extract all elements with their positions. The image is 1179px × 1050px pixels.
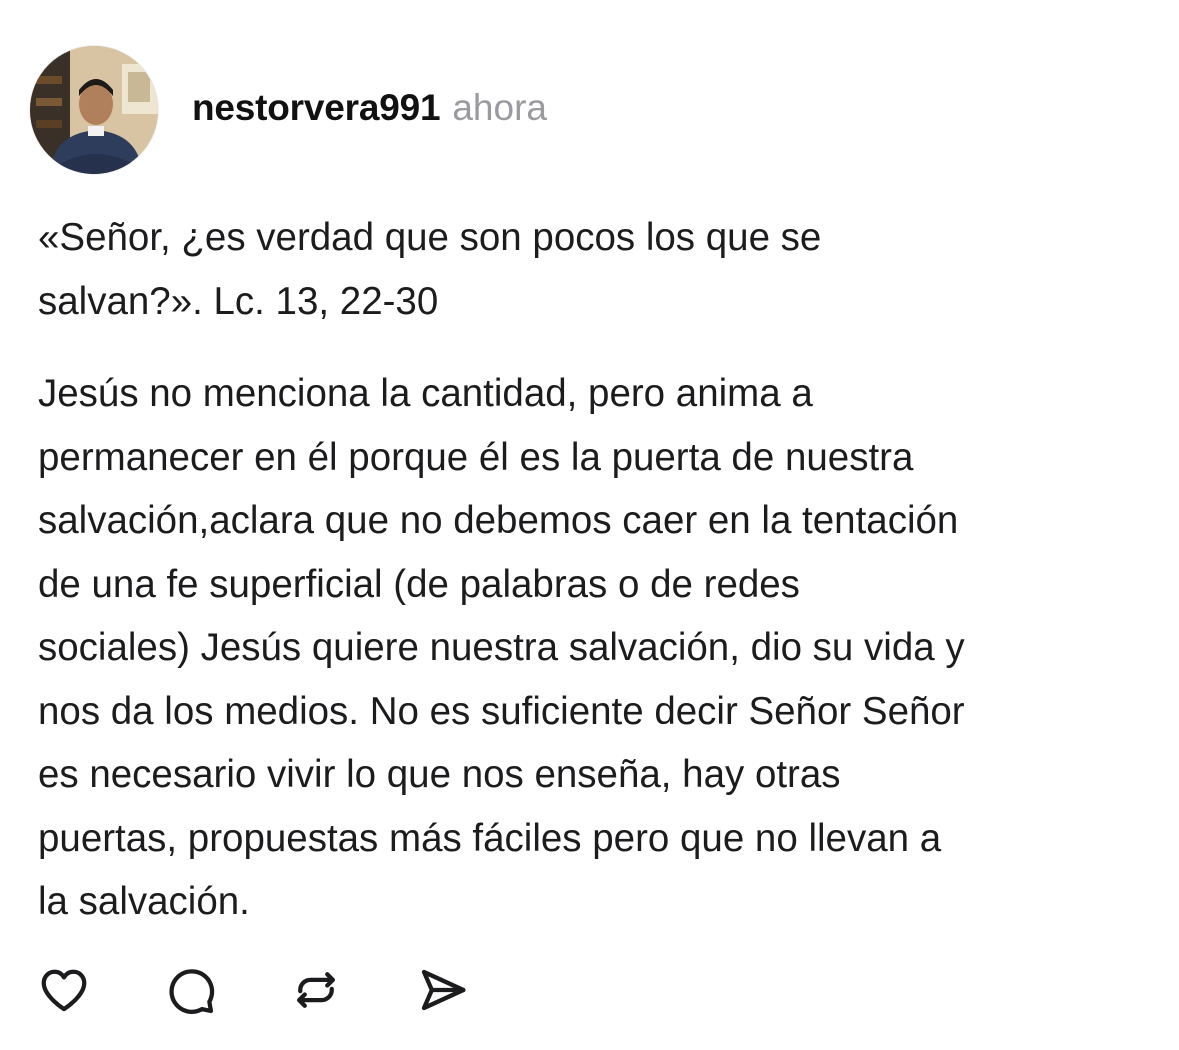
post-timestamp: ahora: [452, 87, 547, 128]
repost-button[interactable]: [288, 962, 344, 1018]
post-paragraph: «Señor, ¿es verdad que son pocos los que…: [38, 216, 822, 323]
username[interactable]: nestorvera991: [192, 87, 441, 129]
like-button[interactable]: [36, 962, 92, 1018]
avatar-image: [30, 46, 158, 174]
heart-icon: [41, 969, 87, 1012]
avatar[interactable]: [30, 46, 158, 174]
share-button[interactable]: [414, 962, 470, 1018]
post-paragraph: Jesús no menciona la cantidad, pero anim…: [38, 372, 965, 923]
post-header: nestorvera991 ahora: [30, 44, 547, 176]
post-meta: nestorvera991 ahora: [192, 87, 547, 129]
comment-button[interactable]: [162, 962, 218, 1018]
post-body: «Señor, ¿es verdad que son pocos los que…: [38, 206, 1158, 934]
repost-icon: [296, 972, 336, 1008]
action-bar: [36, 962, 540, 1018]
share-icon: [421, 969, 466, 1011]
comment-icon: [169, 969, 215, 1014]
thread-post: nestorvera991 ahora «Señor, ¿es verdad q…: [0, 0, 1179, 1050]
